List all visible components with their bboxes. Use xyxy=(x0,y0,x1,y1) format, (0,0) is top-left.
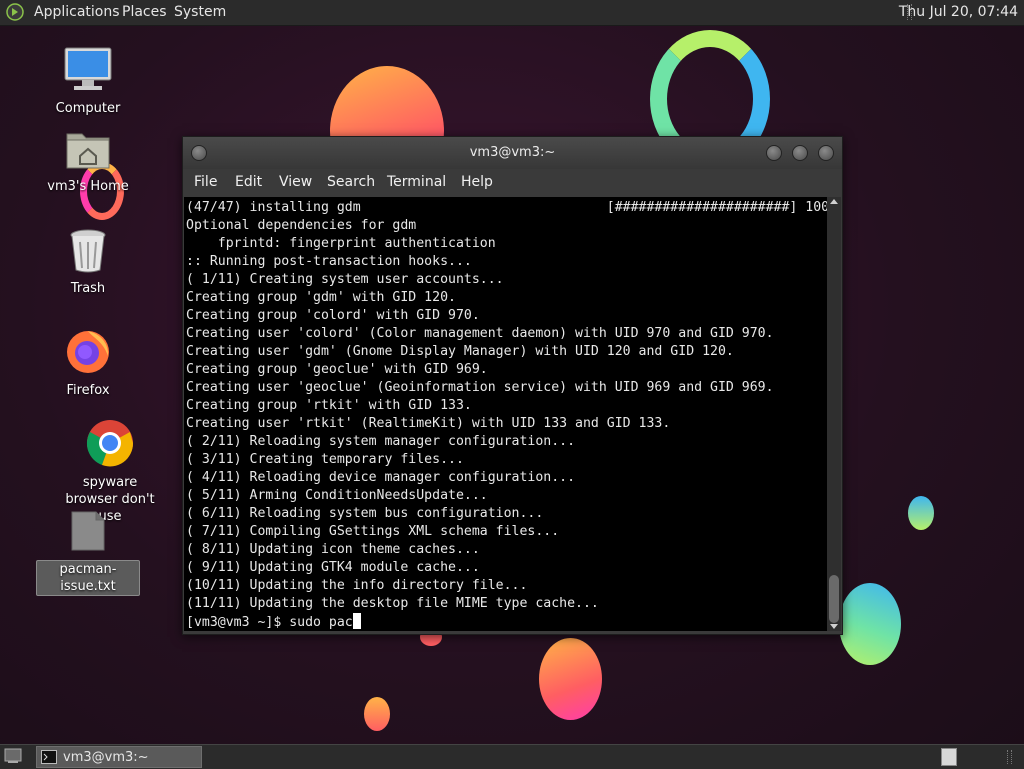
terminal-icon xyxy=(41,750,57,764)
terminal-line: ( 1/11) Creating system user accounts... xyxy=(186,272,504,287)
firefox-icon xyxy=(67,331,109,373)
desktop-icon-computer[interactable]: Computer xyxy=(38,46,138,117)
terminal-line: Optional dependencies for gdm xyxy=(186,218,417,233)
desktop-icon-chrome[interactable]: spyware browser don't use xyxy=(60,418,160,525)
terminal-line: ( 3/11) Creating temporary files... xyxy=(186,452,464,467)
menu-edit[interactable]: Edit xyxy=(235,174,262,190)
mate-logo-icon[interactable] xyxy=(6,3,24,21)
menu-view[interactable]: View xyxy=(279,174,312,190)
applications-menu[interactable]: Applications xyxy=(34,4,120,20)
maximize-icon[interactable] xyxy=(792,145,808,161)
terminal-line: ( 2/11) Reloading system manager configu… xyxy=(186,434,576,449)
wallpaper-blue-blob xyxy=(839,583,901,665)
terminal-line: fprintd: fingerprint authentication xyxy=(186,236,496,251)
terminal-line: ( 8/11) Updating icon theme caches... xyxy=(186,542,480,557)
terminal-line: Creating user 'colord' (Color management… xyxy=(186,326,774,341)
terminal-prompt-line[interactable]: [vm3@vm3 ~]$ sudo pac xyxy=(186,613,361,631)
home-folder-icon xyxy=(66,133,110,169)
workspace-switcher[interactable] xyxy=(941,748,957,766)
terminal-line: Creating group 'rtkit' with GID 133. xyxy=(186,398,472,413)
menu-search[interactable]: Search xyxy=(327,174,375,190)
desktop-icon-label: pacman-issue.txt xyxy=(36,560,140,596)
terminal-menubar: File Edit View Search Terminal Help xyxy=(183,169,842,197)
terminal-line: (10/11) Updating the info directory file… xyxy=(186,578,528,593)
terminal-line: ( 4/11) Reloading device manager configu… xyxy=(186,470,576,485)
desktop-icon-trash[interactable]: Trash xyxy=(38,228,138,297)
scroll-up-icon[interactable] xyxy=(830,199,838,204)
close-icon[interactable] xyxy=(818,145,834,161)
terminal-line: (11/11) Updating the desktop file MIME t… xyxy=(186,596,599,611)
desktop-icon-label: Computer xyxy=(55,101,121,116)
terminal-scrollbar[interactable] xyxy=(827,197,841,631)
desktop-icon-home[interactable]: vm3's Home xyxy=(38,128,138,195)
scrollbar-thumb[interactable] xyxy=(829,575,839,623)
taskbar-item-label: vm3@vm3:~ xyxy=(63,750,149,765)
terminal-line: ( 7/11) Compiling GSettings XML schema f… xyxy=(186,524,560,539)
desktop-icon-firefox[interactable]: Firefox xyxy=(38,326,138,399)
trash-icon xyxy=(70,229,106,273)
terminal-line: Creating group 'colord' with GID 970. xyxy=(186,308,480,323)
bottom-panel: vm3@vm3:~ xyxy=(0,744,1024,769)
show-desktop-icon[interactable] xyxy=(4,748,22,764)
taskbar-item-terminal[interactable]: vm3@vm3:~ xyxy=(36,746,202,768)
top-panel: Applications Places System Thu Jul 20, 0… xyxy=(0,0,1024,26)
clock[interactable]: Thu Jul 20, 07:44 xyxy=(899,4,1018,20)
terminal-line: Creating user 'geoclue' (Geoinformation … xyxy=(186,380,774,395)
terminal-output[interactable]: (47/47) installing gdm [################… xyxy=(184,197,827,631)
menu-file[interactable]: File xyxy=(194,174,217,190)
terminal-line: ( 5/11) Arming ConditionNeedsUpdate... xyxy=(186,488,488,503)
text-cursor xyxy=(352,613,361,629)
chrome-icon xyxy=(86,420,134,467)
wallpaper-small-blue-blob xyxy=(908,496,934,530)
desktop-icon-label: vm3's Home xyxy=(47,179,129,194)
command-input[interactable]: sudo pac xyxy=(289,615,353,630)
wallpaper-pink-blob xyxy=(539,638,602,720)
terminal-line: Creating user 'gdm' (Gnome Display Manag… xyxy=(186,344,734,359)
terminal-line: Creating user 'rtkit' (RealtimeKit) with… xyxy=(186,416,671,431)
panel-handle xyxy=(1007,750,1012,764)
minimize-icon[interactable] xyxy=(766,145,782,161)
system-menu[interactable]: System xyxy=(174,4,226,20)
desktop-icon-label: Firefox xyxy=(66,383,110,398)
menu-help[interactable]: Help xyxy=(461,174,493,190)
terminal-line: :: Running post-transaction hooks... xyxy=(186,254,472,269)
computer-icon xyxy=(64,47,112,90)
menu-terminal[interactable]: Terminal xyxy=(387,174,446,190)
desktop-icon-pacman-issue[interactable]: pacman-issue.txt xyxy=(36,510,140,596)
terminal-line: ( 9/11) Updating GTK4 module cache... xyxy=(186,560,480,575)
shell-prompt: [vm3@vm3 ~]$ xyxy=(186,615,290,630)
terminal-line: Creating group 'gdm' with GID 120. xyxy=(186,290,456,305)
scroll-down-icon[interactable] xyxy=(830,624,838,629)
wallpaper-small-orange-blob xyxy=(364,697,390,731)
terminal-line: (47/47) installing gdm [################… xyxy=(186,200,827,215)
terminal-titlebar[interactable]: vm3@vm3:~ xyxy=(183,137,842,169)
terminal-line: Creating group 'geoclue' with GID 969. xyxy=(186,362,488,377)
window-title: vm3@vm3:~ xyxy=(469,145,556,160)
terminal-line: ( 6/11) Reloading system bus configurati… xyxy=(186,506,544,521)
desktop-icon-label: Trash xyxy=(70,281,106,296)
terminal-window[interactable]: vm3@vm3:~ File Edit View Search Terminal… xyxy=(182,136,843,635)
places-menu[interactable]: Places xyxy=(122,4,167,20)
text-file-icon xyxy=(71,511,105,551)
